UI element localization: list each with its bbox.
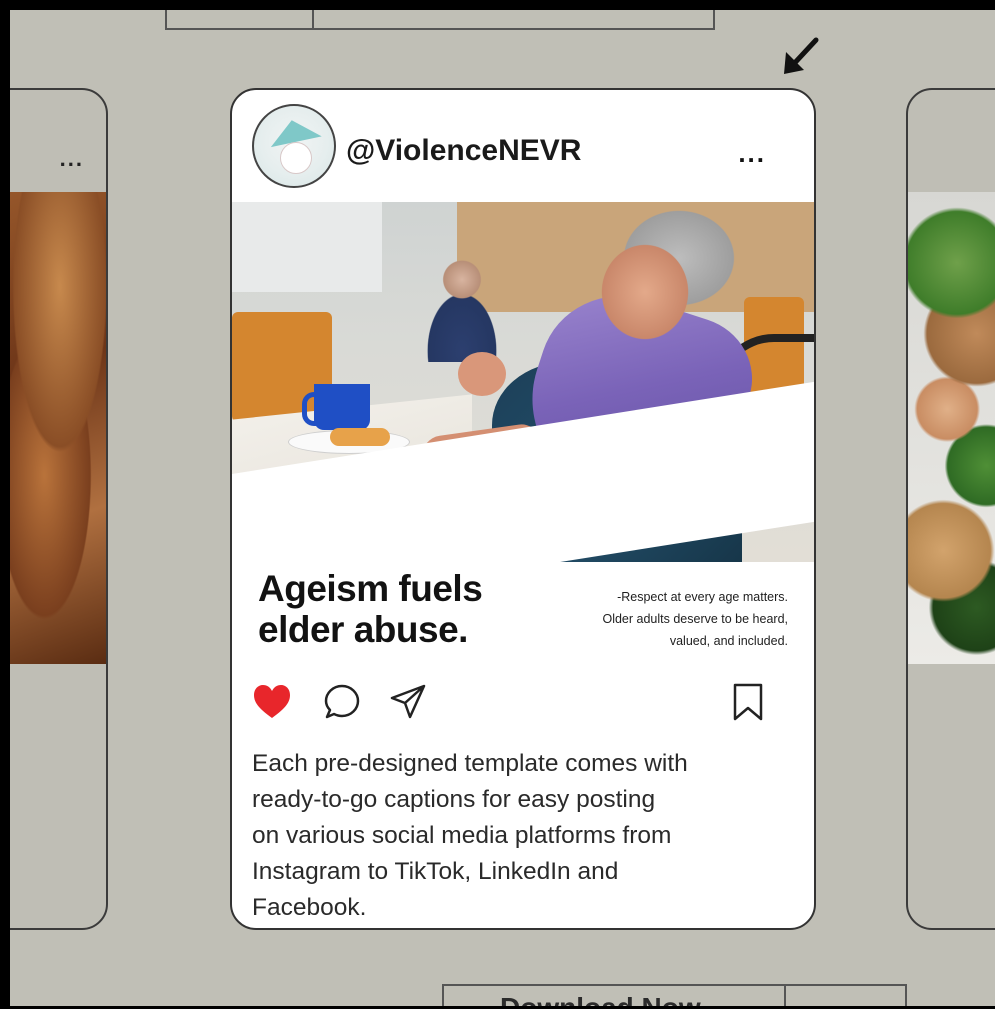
vegetables-photo (908, 192, 995, 664)
bookmark-icon[interactable] (728, 682, 768, 722)
heart-icon[interactable] (252, 682, 292, 722)
pointer-arrow-icon (784, 37, 819, 74)
post-username[interactable]: @ViolenceNEVR (346, 134, 581, 168)
post-card: @ViolenceNEVR ... Ageism fuels elder abu… (230, 88, 816, 930)
comment-icon[interactable] (322, 682, 362, 722)
post-caption: Each pre-designed template comes with re… (252, 750, 688, 921)
top-tab (165, 10, 715, 30)
more-options-icon[interactable]: ... (738, 138, 766, 169)
canvas: ... @ViolenceNEVR ... Ageism fuels elder… (10, 10, 995, 1006)
more-options-icon[interactable]: ... (60, 146, 84, 172)
post-headline: Ageism fuels elder abuse. (258, 568, 483, 650)
avatar[interactable] (252, 104, 336, 188)
share-icon[interactable] (388, 682, 428, 722)
side-card-right[interactable] (906, 88, 995, 930)
bottom-tab[interactable]: Download Now ... (442, 984, 907, 1006)
post-subtext: -Respect at every age matters. Older adu… (602, 590, 788, 648)
side-card-left[interactable]: ... (10, 88, 108, 930)
download-now-button[interactable]: Download Now (500, 992, 701, 1006)
bread-photo (10, 192, 106, 664)
post-actions (232, 682, 814, 722)
secondary-button[interactable]: ... (822, 992, 845, 1006)
